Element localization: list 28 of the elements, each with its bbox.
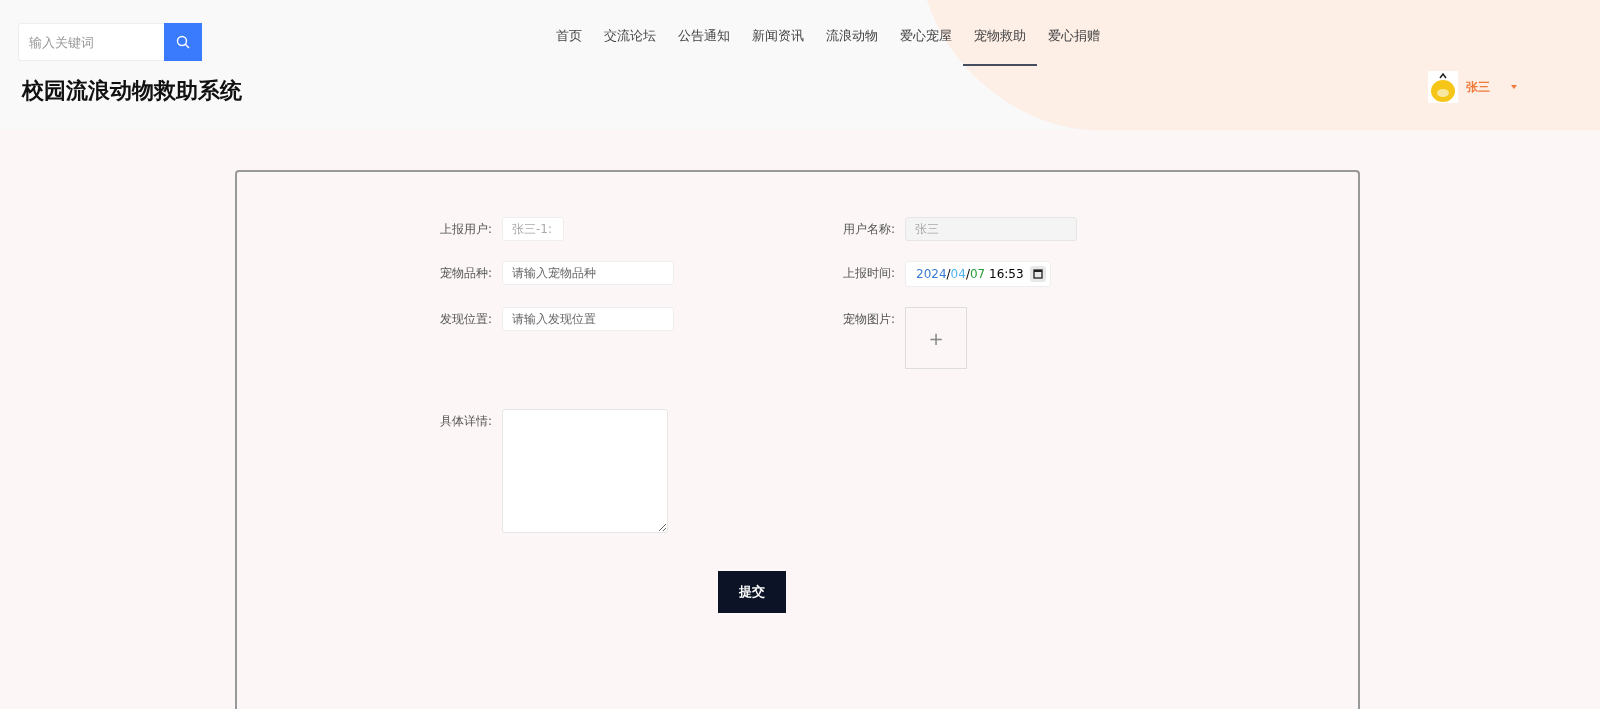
duck-avatar-icon xyxy=(1428,71,1458,103)
caret-icon[interactable] xyxy=(1508,83,1520,91)
nav-tab[interactable]: 流浪动物 xyxy=(815,23,889,66)
datetime-value: 2024/04/07 16:53 xyxy=(916,267,1024,281)
search-icon xyxy=(176,35,190,49)
calendar-icon[interactable] xyxy=(1029,266,1046,282)
submit-button[interactable]: 提交 xyxy=(718,571,786,613)
search-button[interactable] xyxy=(164,23,202,61)
field-label: 宠物图片: xyxy=(843,311,897,328)
input-field[interactable]: 请输入发现位置 xyxy=(502,307,674,331)
field-label: 发现位置: xyxy=(440,311,494,328)
field-label: 上报时间: xyxy=(843,265,897,282)
field-label: 具体详情: xyxy=(440,413,494,430)
nav-tab[interactable]: 爱心宠屋 xyxy=(889,23,963,66)
nav-tab[interactable]: 首页 xyxy=(545,23,593,66)
search-field[interactable]: 输入关键词 xyxy=(18,23,164,61)
nav-tab[interactable]: 公告通知 xyxy=(667,23,741,66)
field-label: 上报用户: xyxy=(440,221,494,238)
site-title: 校园流浪动物救助系统 xyxy=(22,77,242,105)
textarea-field[interactable] xyxy=(502,409,668,533)
nav-tab[interactable]: 爱心捐赠 xyxy=(1037,23,1111,66)
datetime-field[interactable]: 2024/04/07 16:53 xyxy=(905,261,1051,287)
input-field[interactable]: 请输入宠物品种 xyxy=(502,261,674,285)
nav-tab[interactable]: 新闻资讯 xyxy=(741,23,815,66)
field-label: 用户名称: xyxy=(843,221,897,238)
nav-tab[interactable]: 宠物救助 xyxy=(963,23,1037,66)
field-label: 宠物品种: xyxy=(440,265,494,282)
nav-tab[interactable]: 交流论坛 xyxy=(593,23,667,66)
